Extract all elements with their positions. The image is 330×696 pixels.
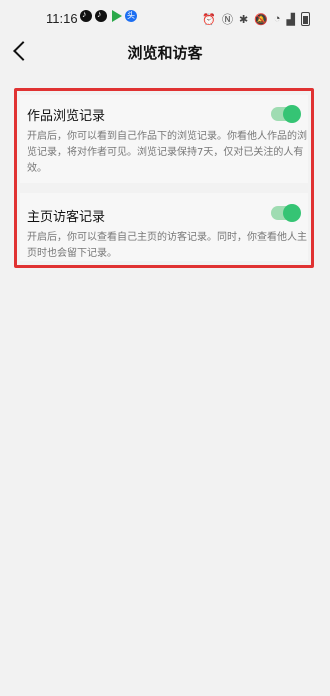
- status-time: 11:16: [46, 11, 78, 26]
- works-views-setting: 作品浏览记录 开启后，你可以看到自己作品下的浏览记录。你看他人作品的浏览记录，将…: [20, 95, 308, 183]
- works-views-title: 作品浏览记录: [27, 109, 106, 124]
- profile-visitors-description: 开启后，你可以查看自己主页的访客记录。同时，你查看他人主页时也会留下记录。: [27, 232, 307, 259]
- works-views-description: 开启后，你可以看到自己作品下的浏览记录。你看他人作品的浏览记录，将对作者可见。浏…: [27, 131, 307, 174]
- profile-visitors-setting: 主页访客记录 开启后，你可以查看自己主页的访客记录。同时，你查看他人主页时也会留…: [20, 193, 308, 261]
- nav-bar: 浏览和访客: [0, 36, 330, 68]
- status-bar: 11:16 头 ⏰ Ⓝ ✱ 🔕 ◔ ▟: [0, 0, 330, 36]
- tiktok-icon: [95, 9, 107, 22]
- wifi-icon: ◔: [273, 13, 281, 25]
- toutiao-icon: 头: [125, 10, 137, 22]
- status-system-icons: ⏰ Ⓝ ✱ 🔕 ◔ ▟: [202, 11, 310, 27]
- play-store-icon: [112, 10, 122, 22]
- signal-icon: ▟: [286, 13, 295, 26]
- works-views-toggle[interactable]: [271, 105, 301, 123]
- alarm-icon: ⏰: [202, 13, 216, 26]
- bluetooth-icon: ✱: [238, 13, 249, 26]
- nfc-icon: Ⓝ: [221, 14, 233, 26]
- status-app-icons: 头: [80, 9, 137, 22]
- tiktok-icon: [80, 9, 92, 22]
- page-title: 浏览和访客: [127, 44, 203, 62]
- mute-icon: 🔕: [254, 13, 268, 26]
- profile-visitors-toggle[interactable]: [271, 204, 301, 222]
- battery-icon: [301, 12, 310, 26]
- profile-visitors-title: 主页访客记录: [27, 210, 106, 225]
- toggle-knob: [283, 105, 301, 123]
- toggle-knob: [283, 204, 301, 222]
- settings-highlight-box: 作品浏览记录 开启后，你可以看到自己作品下的浏览记录。你看他人作品的浏览记录，将…: [14, 88, 314, 268]
